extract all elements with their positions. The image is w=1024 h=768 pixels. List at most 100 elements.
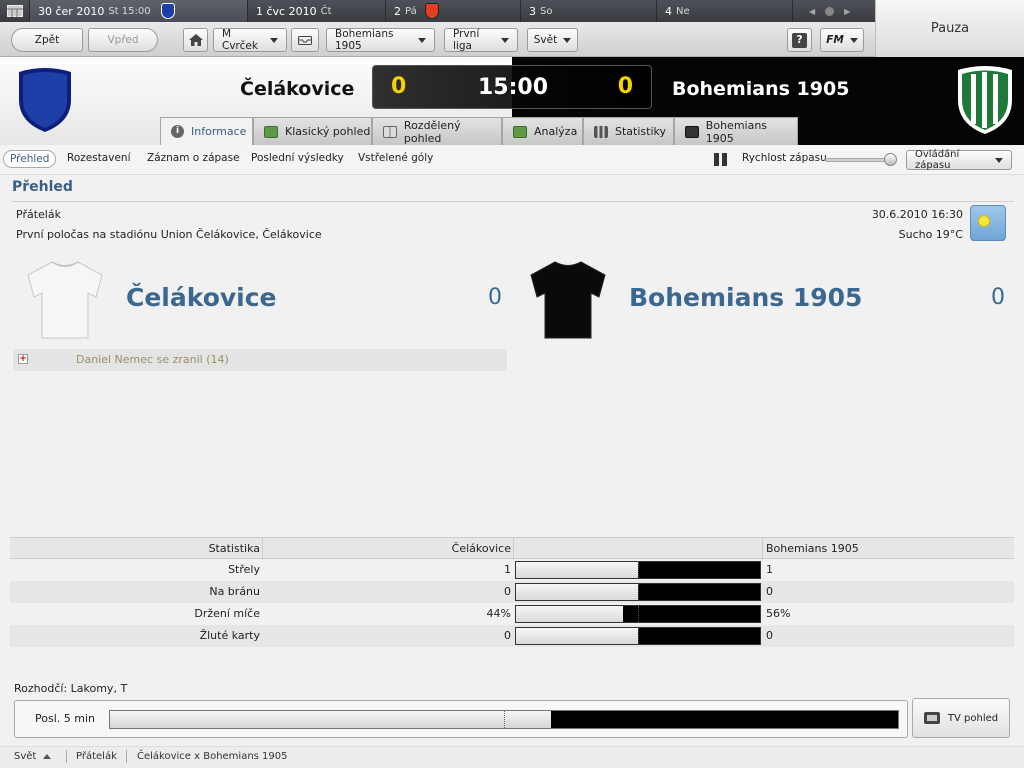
fm-label: FM bbox=[826, 34, 844, 46]
world-label: Svět bbox=[533, 34, 558, 46]
tv-label: TV pohled bbox=[947, 712, 999, 724]
club-menu[interactable]: Bohemians 1905 bbox=[326, 28, 435, 52]
tv-view-button[interactable]: TV pohled bbox=[912, 698, 1010, 738]
help-button[interactable]: ? bbox=[787, 28, 812, 52]
club-label: Bohemians 1905 bbox=[335, 28, 394, 52]
subnav-posledni-vysledky[interactable]: Poslední výsledky bbox=[251, 152, 344, 164]
stat-comparison-bar bbox=[515, 627, 761, 645]
tab-label: Informace bbox=[191, 125, 247, 138]
calendar-prev-icon[interactable]: ◀ bbox=[809, 7, 815, 16]
section-title: Přehled bbox=[12, 179, 73, 195]
tab-klasicky-pohled[interactable]: Klasický pohled bbox=[253, 117, 372, 145]
manager-menu[interactable]: M Cvrček bbox=[213, 28, 287, 52]
chevron-up-icon[interactable] bbox=[43, 754, 51, 759]
pause-match-icon[interactable] bbox=[714, 153, 727, 166]
tab-label: Rozdělený pohled bbox=[403, 118, 461, 145]
stat-center-line bbox=[638, 628, 639, 644]
momentum-label: Posl. 5 min bbox=[35, 712, 95, 725]
tab-informace[interactable]: i Informace bbox=[160, 117, 253, 145]
calendar-day[interactable]: 1 čvc 2010 Čt bbox=[248, 0, 386, 22]
pause-button[interactable]: Pauza bbox=[875, 0, 1024, 57]
subnav-vstrelene-goly[interactable]: Vstřelené góly bbox=[358, 152, 433, 164]
stat-home-value: 0 bbox=[504, 585, 511, 598]
calendar-icon[interactable] bbox=[0, 0, 30, 22]
fm-menu[interactable]: FM bbox=[820, 28, 864, 52]
chevron-down-icon bbox=[270, 37, 278, 43]
calendar-day-today[interactable]: 30 čer 2010 St 15:00 bbox=[30, 0, 248, 22]
breadcrumb-match[interactable]: Čelákovice x Bohemians 1905 bbox=[137, 751, 288, 762]
stat-center-line bbox=[638, 606, 639, 622]
match-clock: 15:00 bbox=[477, 75, 549, 100]
stat-home-value: 44% bbox=[486, 607, 511, 620]
stat-away-value: 0 bbox=[766, 585, 773, 598]
stats-header: Statistika Čelákovice Bohemians 1905 bbox=[10, 537, 1014, 560]
world-menu[interactable]: Svět bbox=[527, 28, 578, 52]
tv-icon bbox=[923, 712, 940, 724]
tab-statistiky[interactable]: Statistiky bbox=[583, 117, 674, 145]
away-score: 0 bbox=[617, 74, 633, 99]
sun-weather-icon bbox=[970, 205, 1006, 241]
back-label: Zpět bbox=[34, 34, 60, 46]
forward-button[interactable]: Vpřed bbox=[88, 28, 158, 52]
toolbar: Zpět Vpřed M Cvrček Bohemians 1905 První… bbox=[0, 22, 875, 57]
calendar-day[interactable]: 2 Pá bbox=[386, 0, 521, 22]
event-row[interactable]: + Daniel Nemec se zranil (14) bbox=[13, 349, 507, 371]
stats-row: Střely 1 1 bbox=[10, 559, 1014, 581]
subnav-zaznam[interactable]: Záznam o zápase bbox=[147, 152, 240, 164]
stat-comparison-bar bbox=[515, 605, 761, 623]
calendar-day[interactable]: 3 So bbox=[521, 0, 657, 22]
chevron-down-icon bbox=[501, 37, 509, 43]
stat-away-value: 1 bbox=[766, 563, 773, 576]
stats-header-away: Bohemians 1905 bbox=[766, 542, 859, 555]
stat-center-line bbox=[638, 584, 639, 600]
home-icon bbox=[188, 34, 203, 46]
calendar-bar: 30 čer 2010 St 15:00 1 čvc 2010 Čt 2 Pá … bbox=[0, 0, 875, 22]
referee: Rozhodčí: Lakomy, T bbox=[14, 682, 128, 695]
tab-label: Analýza bbox=[534, 125, 578, 138]
breadcrumb-competition[interactable]: Přátelák bbox=[76, 751, 117, 762]
calendar-weekday: Pá bbox=[405, 5, 417, 17]
stat-home-fill bbox=[516, 562, 638, 578]
split-view-icon bbox=[383, 125, 397, 138]
inbox-icon bbox=[298, 36, 312, 45]
speed-slider-handle[interactable] bbox=[884, 153, 897, 166]
match-datetime: 30.6.2010 16:30 bbox=[871, 208, 963, 221]
overview-away-team: Bohemians 1905 bbox=[629, 283, 863, 312]
subnav-prehled[interactable]: Přehled bbox=[3, 150, 57, 168]
overview-home-team: Čelákovice bbox=[126, 283, 277, 312]
tab-team[interactable]: Bohemians 1905 bbox=[674, 117, 798, 145]
calendar-day[interactable]: 4 Ne bbox=[657, 0, 793, 22]
inbox-button[interactable] bbox=[291, 28, 319, 52]
pitch-icon bbox=[264, 125, 278, 138]
tab-label: Bohemians 1905 bbox=[705, 118, 768, 145]
stats-header-home: Čelákovice bbox=[451, 542, 511, 555]
stat-center-line bbox=[638, 562, 639, 578]
match-control-menu[interactable]: Ovládání zápasu bbox=[906, 149, 1012, 171]
chevron-down-icon bbox=[563, 37, 572, 43]
home-button[interactable] bbox=[183, 28, 208, 52]
stat-label: Na bránu bbox=[209, 585, 260, 598]
stat-home-value: 1 bbox=[504, 563, 511, 576]
back-button[interactable]: Zpět bbox=[11, 28, 83, 52]
stat-label: Střely bbox=[228, 563, 260, 576]
calendar-today-icon[interactable] bbox=[825, 6, 835, 16]
subnav-rozestaveni[interactable]: Rozestavení bbox=[67, 152, 131, 164]
header-home-team: Čelákovice bbox=[240, 78, 355, 100]
team-icon bbox=[685, 125, 699, 138]
away-crest-icon bbox=[958, 66, 1012, 134]
calendar-weekday: St 15:00 bbox=[108, 5, 151, 17]
breadcrumb-world[interactable]: Svět bbox=[14, 751, 36, 762]
scoreboard: 0 15:00 0 bbox=[372, 65, 652, 109]
stat-home-fill bbox=[516, 606, 624, 622]
stat-away-value: 0 bbox=[766, 629, 773, 642]
calendar-weekday: Čt bbox=[320, 5, 332, 17]
tab-analyza[interactable]: Analýza bbox=[502, 117, 583, 145]
competition: Přátelák bbox=[16, 208, 61, 221]
speed-label: Rychlost zápasu bbox=[742, 152, 827, 164]
league-menu[interactable]: První liga bbox=[444, 28, 518, 52]
tab-rozdeleny-pohled[interactable]: Rozdělený pohled bbox=[372, 117, 502, 145]
info-icon: i bbox=[171, 125, 184, 138]
calendar-date: 30 čer 2010 bbox=[38, 4, 105, 18]
calendar-next-icon[interactable]: ▶ bbox=[844, 7, 850, 16]
divider bbox=[12, 201, 1014, 202]
